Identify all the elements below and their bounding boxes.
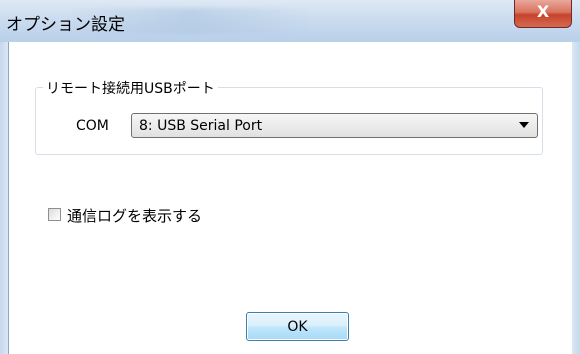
ok-button-label: OK: [287, 319, 308, 335]
usb-port-group-label: リモート接続用USBポート: [43, 78, 218, 98]
com-label: COM: [76, 118, 109, 134]
close-button[interactable]: X: [514, 0, 572, 28]
chevron-down-icon[interactable]: [519, 122, 529, 128]
com-port-selected-value: 8: USB Serial Port: [139, 118, 263, 134]
options-dialog: オプション設定 X リモート接続用USBポート COM 8: USB Seria…: [0, 0, 580, 354]
show-log-checkbox[interactable]: [48, 208, 61, 221]
window-title: オプション設定: [6, 15, 125, 35]
window-frame-right: [572, 42, 580, 354]
title-bar[interactable]: オプション設定 X: [0, 0, 580, 42]
close-icon: X: [536, 2, 550, 21]
dialog-client-area: リモート接続用USBポート COM 8: USB Serial Port 通信ロ…: [8, 42, 572, 354]
show-log-label[interactable]: 通信ログを表示する: [67, 205, 202, 226]
window-frame-left: [0, 42, 8, 354]
ok-button[interactable]: OK: [246, 312, 349, 341]
usb-port-groupbox: リモート接続用USBポート COM 8: USB Serial Port: [35, 78, 543, 155]
com-port-dropdown[interactable]: 8: USB Serial Port: [131, 113, 538, 138]
